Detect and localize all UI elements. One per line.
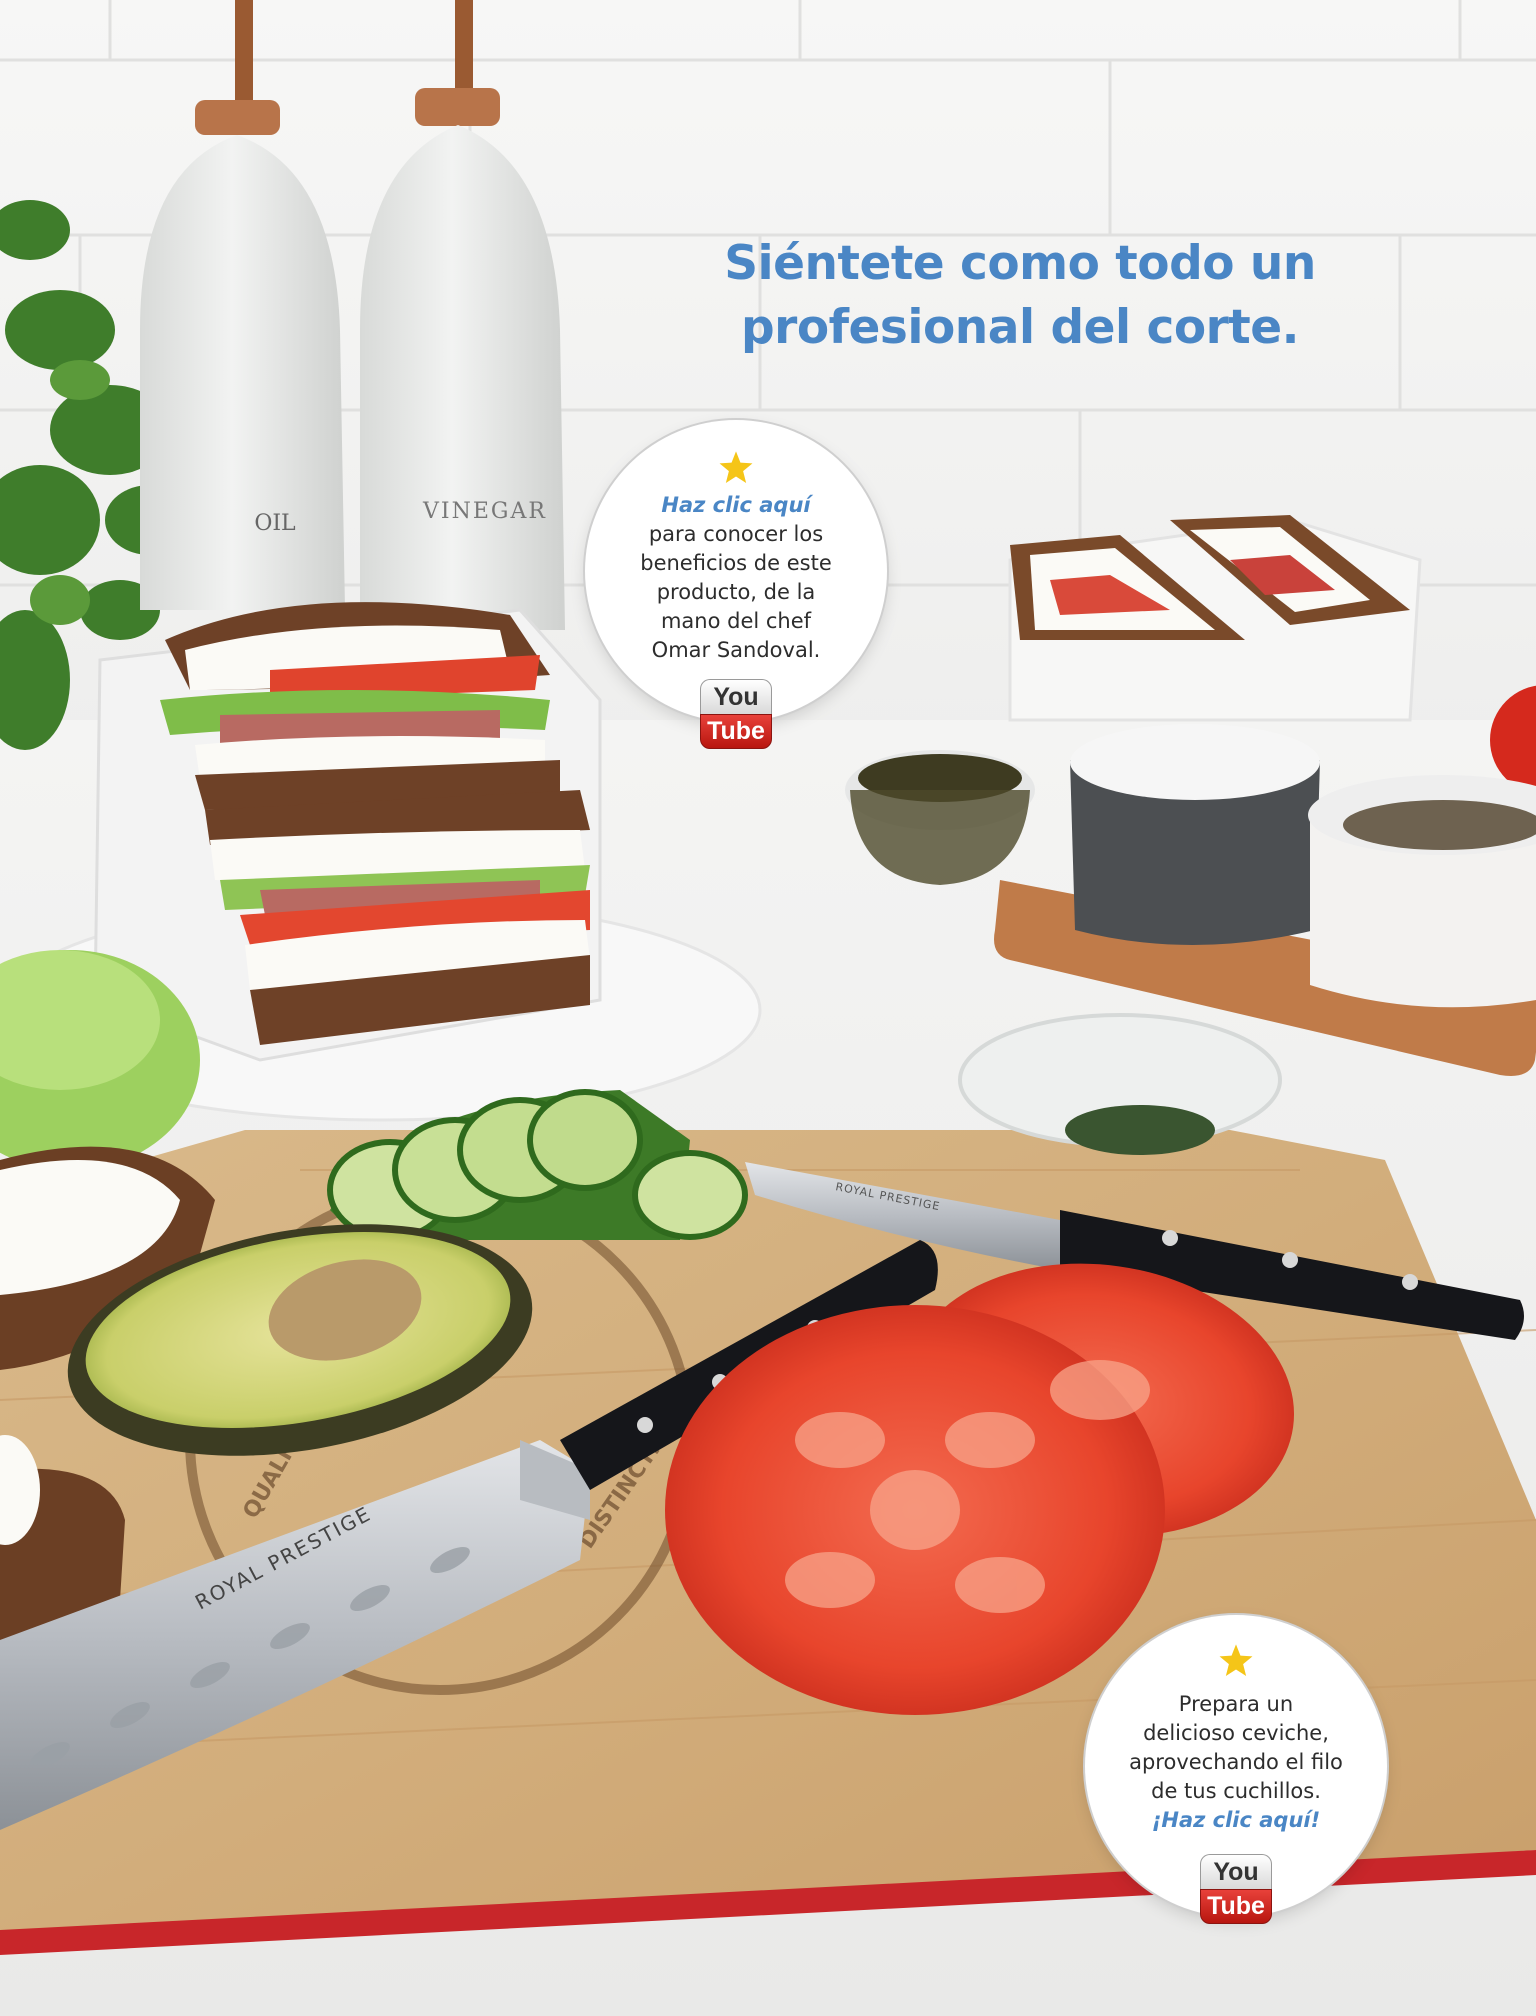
- page: OIL VINEGAR QUALITY DISTINCTION ROYAL PR…: [0, 0, 1536, 2016]
- callout-ceviche-text: Prepara un delicioso ceviche, aprovechan…: [1108, 1690, 1364, 1835]
- svg-text:OIL: OIL: [254, 511, 296, 536]
- youtube-button[interactable]: You Tube: [700, 679, 772, 749]
- click-here-link[interactable]: ¡Haz clic aquí!: [1108, 1806, 1364, 1835]
- headline-line-2: profesional del corte.: [741, 300, 1299, 355]
- headline: Siéntete como todo un profesional del co…: [700, 232, 1340, 360]
- star-icon: [719, 451, 753, 484]
- callout-line: Prepara un: [1178, 1692, 1294, 1716]
- callout-line: de tus cuchillos.: [1151, 1779, 1321, 1803]
- callout-chef-video[interactable]: Haz clic aquí para conocer los beneficio…: [588, 423, 884, 749]
- callout-line: para conocer los: [648, 522, 824, 546]
- star-icon: [1219, 1644, 1253, 1677]
- headline-line-1: Siéntete como todo un: [724, 236, 1316, 291]
- youtube-button[interactable]: You Tube: [1200, 1854, 1272, 1924]
- callout-line: beneficios de este: [640, 551, 832, 575]
- callout-line: producto, de la: [656, 580, 816, 604]
- youtube-logo-top: You: [700, 679, 772, 714]
- youtube-logo-bottom: Tube: [1200, 1889, 1272, 1924]
- youtube-logo-top: You: [1200, 1854, 1272, 1889]
- callout-ceviche-video[interactable]: Prepara un delicioso ceviche, aprovechan…: [1088, 1618, 1384, 1924]
- callout-line: aprovechando el filo: [1129, 1750, 1343, 1774]
- callout-line: Omar Sandoval.: [651, 638, 821, 662]
- callout-line: mano del chef: [660, 609, 812, 633]
- callout-line: delicioso ceviche,: [1143, 1721, 1329, 1745]
- callout-chef-text: Haz clic aquí para conocer los beneficio…: [608, 491, 864, 665]
- click-here-link[interactable]: Haz clic aquí: [608, 491, 864, 520]
- youtube-logo-bottom: Tube: [700, 714, 772, 749]
- svg-text:VINEGAR: VINEGAR: [422, 499, 547, 524]
